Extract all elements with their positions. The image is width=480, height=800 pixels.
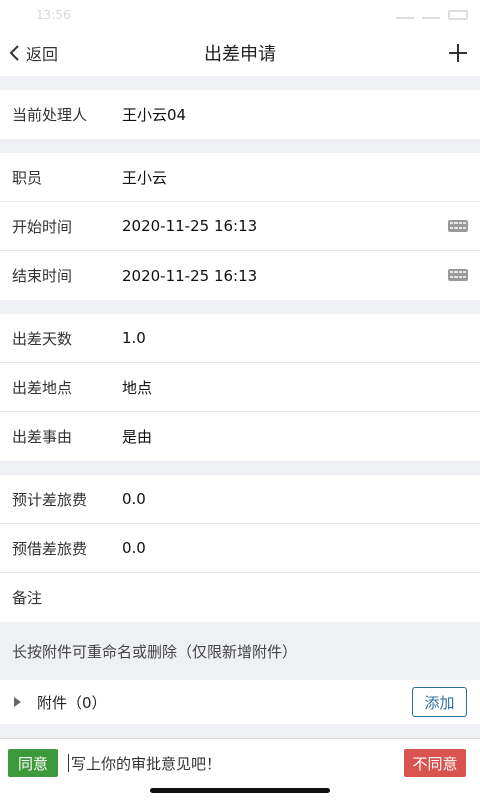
field-value: 0.0 — [122, 490, 146, 508]
opinion-input[interactable]: 写上你的审批意见吧！ — [68, 749, 398, 777]
field-label: 出差天数 — [12, 329, 73, 348]
attachment-row[interactable]: 附件（0） 添加 — [0, 680, 480, 724]
signal-icon — [396, 11, 414, 19]
advance-cost-row[interactable]: 预借差旅费 0.0 — [0, 524, 480, 573]
estimated-cost-row[interactable]: 预计差旅费 0.0 — [0, 475, 480, 524]
chevron-left-icon — [9, 45, 19, 61]
field-label: 当前处理人 — [12, 106, 88, 124]
field-value: 是由 — [122, 428, 153, 446]
field-value: 王小云 — [122, 168, 168, 187]
end-time-row[interactable]: 结束时间 2020-11-25 16:13 — [0, 251, 480, 300]
plus-icon — [449, 44, 467, 62]
field-label: 结束时间 — [12, 267, 73, 285]
status-time: 13:56 — [36, 8, 71, 22]
field-value: 1.0 — [122, 329, 146, 347]
expand-triangle-icon[interactable] — [14, 697, 21, 707]
back-label: 返回 — [26, 45, 59, 64]
field-value: 王小云04 — [122, 106, 187, 124]
disagree-button[interactable]: 不同意 — [404, 749, 466, 777]
field-value: 2020-11-25 16:13 — [122, 266, 258, 285]
attachment-label: 附件（0） — [37, 693, 107, 712]
section-gap — [0, 300, 480, 314]
keyboard-icon[interactable] — [448, 220, 468, 232]
opinion-placeholder: 写上你的审批意见吧！ — [71, 754, 222, 773]
wifi-icon — [422, 11, 440, 19]
section-gap — [0, 76, 480, 90]
employee-row[interactable]: 职员 王小云 — [0, 153, 480, 202]
home-indicator — [150, 788, 330, 793]
status-bar: 13:56 — [0, 0, 480, 30]
trip-days-row[interactable]: 出差天数 1.0 — [0, 314, 480, 363]
field-value: 地点 — [122, 378, 153, 397]
field-value: 0.0 — [122, 539, 146, 557]
page-title: 出差申请 — [204, 44, 276, 65]
field-label: 备注 — [12, 589, 43, 607]
add-attachment-button[interactable]: 添加 — [412, 687, 467, 717]
field-label: 出差地点 — [12, 378, 73, 397]
nav-bar: 返回 出差申请 — [0, 30, 480, 76]
trip-location-row[interactable]: 出差地点 地点 — [0, 363, 480, 412]
field-label: 开始时间 — [12, 217, 73, 236]
remarks-row[interactable]: 备注 — [0, 573, 480, 622]
keyboard-icon[interactable] — [448, 269, 468, 281]
section-gap — [0, 139, 480, 153]
add-button[interactable] — [444, 39, 472, 67]
trip-reason-row[interactable]: 出差事由 是由 — [0, 412, 480, 461]
attachment-hint: 长按附件可重命名或删除（仅限新增附件） — [0, 622, 480, 680]
field-value: 2020-11-25 16:13 — [122, 217, 258, 235]
back-button[interactable]: 返回 — [8, 30, 58, 76]
field-label: 职员 — [12, 168, 43, 187]
field-label: 出差事由 — [12, 428, 73, 446]
field-label: 预借差旅费 — [12, 539, 88, 558]
start-time-row[interactable]: 开始时间 2020-11-25 16:13 — [0, 202, 480, 251]
status-icons — [396, 10, 468, 20]
battery-icon — [448, 10, 468, 20]
text-caret — [68, 754, 69, 772]
handler-row: 当前处理人 王小云04 — [0, 90, 480, 139]
field-label: 预计差旅费 — [12, 490, 88, 509]
section-gap — [0, 461, 480, 475]
agree-button[interactable]: 同意 — [8, 749, 58, 777]
